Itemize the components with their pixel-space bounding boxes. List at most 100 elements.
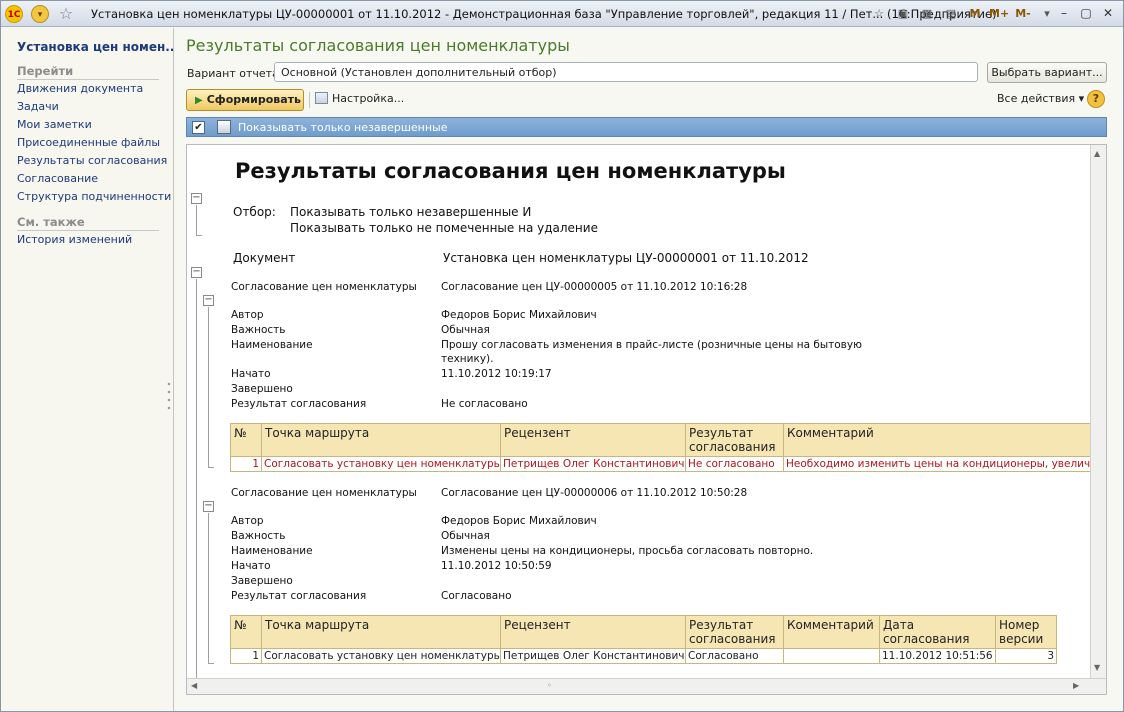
toolbar-dropdown-icon[interactable]: ▾ xyxy=(1037,5,1057,23)
toolbar-divider xyxy=(309,92,310,108)
nav-link-approval-results[interactable]: Результаты согласования xyxy=(17,154,167,167)
1c-logo-icon[interactable]: 1С xyxy=(5,5,23,23)
table-cell: Согласовано xyxy=(685,648,784,664)
settings-button[interactable]: Настройка... xyxy=(315,92,404,105)
favorites-star-icon[interactable]: ☆ xyxy=(57,5,75,23)
memory-minus-button[interactable]: M- xyxy=(1013,5,1033,23)
report-document[interactable]: − − − − Результаты согласования цен номе… xyxy=(186,144,1107,695)
chevron-down-icon: ▾ xyxy=(1078,92,1085,105)
document-label: Документ xyxy=(233,251,296,265)
field-name: Завершено xyxy=(231,575,293,587)
field-name: Важность xyxy=(231,324,286,336)
report-title: Результаты согласования цен номенклатуры xyxy=(235,159,786,183)
column-header: Номер версии xyxy=(995,615,1057,649)
nav-section-see-also: См. также xyxy=(17,215,159,231)
nav-link-tasks[interactable]: Задачи xyxy=(17,100,59,113)
field-name: Результат согласования xyxy=(231,398,367,410)
memory-button[interactable]: M xyxy=(965,5,985,23)
generate-button-label: Сформировать xyxy=(206,93,301,106)
add-favorite-icon[interactable]: ☆ xyxy=(869,5,889,23)
scroll-up-icon[interactable]: ▲ xyxy=(1094,149,1100,158)
collapse-group-1-icon[interactable]: − xyxy=(203,295,214,306)
field-name: Начато xyxy=(231,560,271,572)
panel-splitter-handle[interactable] xyxy=(167,380,171,410)
generate-button[interactable]: ▶ Сформировать xyxy=(186,89,304,111)
all-actions-menu[interactable]: Все действия ▾ xyxy=(997,92,1084,105)
field-name: Наименование xyxy=(231,545,313,557)
scroll-thumb-icon[interactable]: ◦ xyxy=(547,681,552,690)
variant-field[interactable]: Основной (Установлен дополнительный отбо… xyxy=(274,62,978,82)
report-filter-line: Показывать только незавершенные И xyxy=(290,205,532,219)
vertical-scrollbar[interactable]: ▲ ▼ xyxy=(1090,145,1106,678)
nav-link-attached-files[interactable]: Присоединенные файлы xyxy=(17,136,160,149)
group-label: Согласование цен номенклатуры xyxy=(231,487,417,499)
group-value[interactable]: Согласование цен ЦУ-00000005 от 11.10.20… xyxy=(441,281,747,293)
nav-link-change-history[interactable]: История изменений xyxy=(17,233,132,246)
nav-link-notes[interactable]: Мои заметки xyxy=(17,118,92,131)
field-name: Результат согласования xyxy=(231,590,367,602)
calendar-icon[interactable]: ▤ xyxy=(941,5,961,23)
close-icon[interactable]: ✕ xyxy=(1099,5,1117,23)
scroll-left-icon[interactable]: ◀ xyxy=(191,681,197,690)
field-name: Наименование xyxy=(231,339,313,351)
field-name: Автор xyxy=(231,515,264,527)
only-incomplete-label: Показывать только незавершенные xyxy=(238,121,448,134)
table-row[interactable]: 1 Согласовать установку цен номенклатуры… xyxy=(230,456,1106,472)
nav-panel-title[interactable]: Установка цен номен... xyxy=(17,40,179,54)
maximize-icon[interactable]: ▢ xyxy=(1077,5,1095,23)
field-value: 11.10.2012 10:19:17 xyxy=(441,368,552,380)
table-cell: Согласовать установку цен номенклатуры xyxy=(261,456,501,472)
title-bar: 1С ▾ ☆ Установка цен номенклатуры ЦУ-000… xyxy=(1,1,1123,27)
calculator-icon[interactable]: ▦ xyxy=(917,5,937,23)
play-icon: ▶ xyxy=(195,95,203,106)
table-cell: 1 xyxy=(230,456,262,472)
group-value[interactable]: Согласование цен ЦУ-00000006 от 11.10.20… xyxy=(441,487,747,499)
collapse-group-2-icon[interactable]: − xyxy=(203,501,214,512)
table-cell: 3 xyxy=(995,648,1057,664)
all-actions-label: Все действия xyxy=(997,92,1076,105)
report-filter-label: Отбор: xyxy=(233,205,276,219)
document-value[interactable]: Установка цен номенклатуры ЦУ-00000001 о… xyxy=(443,251,809,265)
column-header: Комментарий xyxy=(783,615,880,649)
scroll-down-icon[interactable]: ▼ xyxy=(1094,663,1100,672)
report-filter-line: Показывать только не помеченные на удале… xyxy=(290,221,598,235)
help-icon[interactable]: ? xyxy=(1087,90,1105,108)
table-cell: Петрищев Олег Константинович xyxy=(500,456,686,472)
table-cell: Не согласовано xyxy=(685,456,784,472)
nav-link-subordination-structure[interactable]: Структура подчиненности xyxy=(17,190,171,203)
window-title: Установка цен номенклатуры ЦУ-00000001 о… xyxy=(91,7,997,21)
scroll-right-icon[interactable]: ▶ xyxy=(1073,681,1079,690)
horizontal-scrollbar[interactable]: ◀ ◦ ▶ xyxy=(187,678,1106,694)
memory-plus-button[interactable]: M+ xyxy=(989,5,1009,23)
field-value: Изменены цены на кондиционеры, просьба с… xyxy=(441,545,814,557)
nav-link-document-movements[interactable]: Движения документа xyxy=(17,82,143,95)
collapse-filter-icon[interactable]: − xyxy=(191,193,202,204)
route-table: № Точка маршрута Рецензент Результат сог… xyxy=(230,423,1106,472)
bookmark-icon[interactable]: ▣ xyxy=(893,5,913,23)
column-header: Рецензент xyxy=(500,615,686,649)
collapse-document-icon[interactable]: − xyxy=(191,267,202,278)
nav-section-go: Перейти xyxy=(17,64,159,80)
column-header: Комментарий xyxy=(783,423,1106,457)
field-value: Обычная xyxy=(441,324,490,336)
table-row[interactable]: 1 Согласовать установку цен номенклатуры… xyxy=(230,648,1057,664)
main-menu-icon[interactable]: ▾ xyxy=(31,5,49,23)
navigation-panel: Установка цен номен... Перейти Движения … xyxy=(1,28,179,711)
column-header: № xyxy=(230,615,262,649)
minimize-icon[interactable]: – xyxy=(1055,5,1073,23)
only-incomplete-checkbox[interactable]: ✔ xyxy=(192,121,205,134)
column-header: Точка маршрута xyxy=(261,615,501,649)
choose-variant-button[interactable]: Выбрать вариант... xyxy=(987,62,1107,83)
grouping-gutter: − − − − xyxy=(187,145,229,679)
route-table: № Точка маршрута Рецензент Результат сог… xyxy=(230,615,1057,664)
table-cell: 1 xyxy=(230,648,262,664)
column-header: Результат согласования xyxy=(685,615,784,649)
filter-icon xyxy=(217,120,231,134)
nav-link-approval[interactable]: Согласование xyxy=(17,172,98,185)
column-header: Рецензент xyxy=(500,423,686,457)
field-name: Начато xyxy=(231,368,271,380)
column-header: Дата согласования xyxy=(879,615,996,649)
table-cell: Согласовать установку цен номенклатуры xyxy=(261,648,501,664)
column-header: Результат согласования xyxy=(685,423,784,457)
quick-filter-bar: ✔ Показывать только незавершенные xyxy=(186,117,1107,137)
